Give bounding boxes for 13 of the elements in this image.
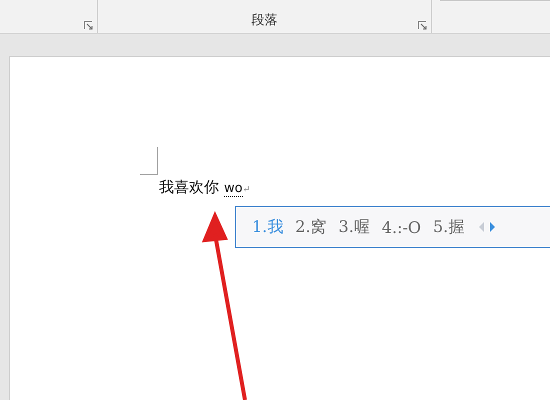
candidate-item[interactable]: 4.:-O — [382, 218, 421, 236]
composition-text: wo — [224, 181, 243, 197]
dialog-launcher-icon[interactable] — [418, 21, 427, 30]
candidate-item[interactable]: 2.窝 — [295, 216, 327, 238]
candidate-item[interactable]: 1.我 — [252, 216, 284, 238]
group-label: 段落 — [252, 12, 278, 29]
document-text: 我喜欢你 — [159, 178, 219, 197]
dialog-launcher-icon[interactable] — [84, 21, 93, 30]
candidate-item[interactable]: 5.握 — [432, 216, 464, 238]
margin-corner-mark — [140, 147, 158, 175]
candidate-item[interactable]: 3.喔 — [338, 216, 370, 238]
next-page-icon[interactable] — [490, 222, 496, 232]
paragraph-mark: ↵ — [242, 185, 250, 195]
